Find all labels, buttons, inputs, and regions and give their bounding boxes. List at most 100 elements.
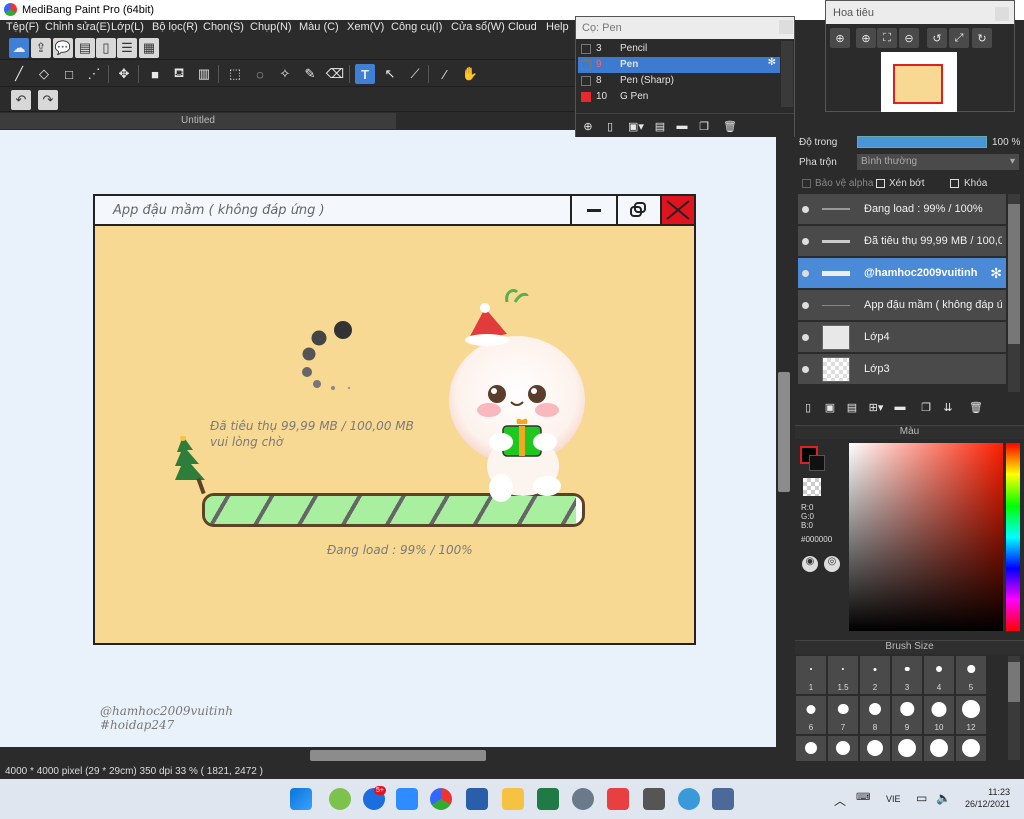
menu-capture[interactable]: Chụp(N) [250, 21, 292, 33]
visibility-eye-icon[interactable] [802, 270, 809, 277]
brush-size-option[interactable] [892, 736, 922, 761]
menu-view[interactable]: Xem(V) [347, 21, 384, 33]
saturation-value-picker[interactable] [849, 443, 1003, 631]
operation-icon[interactable]: ↖ [380, 64, 400, 84]
select-pen-icon[interactable]: ✎ [300, 64, 320, 84]
medibang-taskbar-icon[interactable] [430, 788, 452, 810]
layer-row[interactable]: Lớp3 [798, 354, 1006, 385]
brush-panel-close-icon[interactable] [779, 20, 793, 34]
calculator-icon[interactable] [643, 788, 665, 810]
brush-item-selected[interactable]: 9 Pen ✻ [578, 57, 780, 73]
dot-pen-icon[interactable]: ⋰ [84, 64, 104, 84]
folder-icon[interactable]: ▬ [672, 116, 692, 136]
duplicate-layer-icon[interactable]: ❐ [916, 397, 936, 417]
hue-slider[interactable] [1006, 443, 1020, 631]
eyedropper-icon[interactable]: ⁄ [435, 64, 455, 84]
delete-layer-icon[interactable]: 🗑 [966, 397, 986, 417]
settings-icon[interactable] [572, 788, 594, 810]
comment-icon[interactable]: ▤ [75, 38, 95, 58]
brush-item[interactable]: 10 G Pen [578, 89, 780, 105]
language-indicator[interactable]: VIE [886, 794, 901, 804]
gear-icon[interactable]: ✻ [990, 265, 1002, 282]
page-icon[interactable]: ▯ [96, 38, 116, 58]
palette-icon[interactable]: ◉ [802, 556, 818, 572]
secondary-color-swatch[interactable] [809, 455, 825, 471]
network-icon[interactable]: ▭ [916, 791, 927, 805]
brush-size-option[interactable]: 9 [892, 696, 922, 734]
brush-size-option[interactable] [828, 736, 858, 761]
redo-icon[interactable]: ↷ [38, 90, 58, 110]
brush-size-scrollbar[interactable] [1008, 656, 1020, 760]
brush-icon[interactable]: ╱ [9, 64, 29, 84]
brush-size-option[interactable]: 4 [924, 656, 954, 694]
visibility-eye-icon[interactable] [802, 334, 809, 341]
chevron-up-icon[interactable]: ︿ [834, 792, 846, 809]
excel-icon[interactable] [537, 788, 559, 810]
remote-desktop-icon[interactable] [712, 788, 734, 810]
navigator-close-icon[interactable] [995, 7, 1009, 21]
brush-size-option[interactable]: 6 [796, 696, 826, 734]
menu-cloud[interactable]: Cloud [508, 21, 537, 33]
menu-help[interactable]: Help [546, 21, 569, 33]
select-eraser-icon[interactable]: ⌫ [325, 64, 345, 84]
brush-size-option[interactable] [956, 736, 986, 761]
bucket-icon[interactable]: ⛾ [169, 64, 189, 84]
canvas-horizontal-scrollbar[interactable] [0, 747, 792, 763]
gear-icon[interactable]: ✻ [768, 57, 776, 68]
add-layer-dropdown-icon[interactable]: ⊞▾ [864, 397, 888, 417]
palette-settings-icon[interactable]: ◎ [824, 556, 840, 572]
brush-size-option[interactable]: 12 [956, 696, 986, 734]
layer-list-scrollbar[interactable] [1008, 194, 1020, 392]
clock[interactable]: 11:23 26/12/2021 [962, 786, 1010, 810]
layer-row[interactable]: Lớp4 [798, 322, 1006, 353]
file-explorer-icon[interactable] [502, 788, 524, 810]
blend-mode-select[interactable]: Bình thường ▾ [857, 154, 1019, 170]
menu-tools[interactable]: Công cụ(I) [391, 21, 442, 33]
new-halftone-layer-icon[interactable]: ▤ [842, 397, 862, 417]
rect-select-icon[interactable]: ⬚ [225, 64, 245, 84]
properties-icon[interactable]: ▤ [650, 116, 670, 136]
new-color-layer-icon[interactable]: ▣ [820, 397, 840, 417]
navigator-thumbnail[interactable] [881, 52, 957, 112]
menu-edit[interactable]: Chỉnh sửa(E) [45, 21, 110, 33]
brush-size-option[interactable] [924, 736, 954, 761]
undo-icon[interactable]: ↶ [11, 90, 31, 110]
cloud-icon[interactable]: ☁ [9, 38, 29, 58]
magic-wand-icon[interactable]: ✧ [275, 64, 295, 84]
windows-start-icon[interactable] [290, 788, 312, 810]
visibility-eye-icon[interactable] [802, 366, 809, 373]
tab-untitled[interactable]: Untitled [0, 113, 396, 129]
new-layer-icon[interactable]: ▯ [798, 397, 818, 417]
menu-color[interactable]: Màu (C) [299, 21, 339, 33]
fill-rect-icon[interactable]: ■ [145, 64, 165, 84]
brush-size-option[interactable]: 1 [796, 656, 826, 694]
brush-size-option[interactable]: 8 [860, 696, 890, 734]
keyboard-icon[interactable]: ⌨ [856, 792, 870, 803]
layer-row[interactable]: App đậu mầm ( không đáp ứng [798, 290, 1006, 321]
brush-item[interactable]: 3 Pencil [578, 41, 780, 57]
word-icon[interactable] [466, 788, 488, 810]
canvas-vertical-scrollbar[interactable] [776, 130, 792, 747]
brush-list-scrollbar[interactable] [781, 41, 793, 107]
gradient-icon[interactable]: ▥ [194, 64, 214, 84]
zoom-in-icon[interactable]: ⊕ [830, 28, 850, 48]
fit-icon[interactable]: ⛶ [877, 28, 897, 48]
trash-icon[interactable]: 🗑 [720, 116, 740, 136]
menu-layer[interactable]: Lớp(L) [111, 21, 144, 33]
layer-row[interactable]: Đã tiêu thụ 99,99 MB / 100,00 [798, 226, 1006, 257]
new-page-icon[interactable]: ▯ [600, 116, 620, 136]
visibility-eye-icon[interactable] [802, 302, 809, 309]
zoom-in-2-icon[interactable]: ⊕ [856, 28, 876, 48]
brush-size-option[interactable]: 5 [956, 656, 986, 694]
lock-checkbox[interactable] [950, 179, 959, 188]
canvas-area[interactable]: App đậu mầm ( không đáp ứng ) Đã tiêu th… [0, 130, 776, 747]
merge-layer-icon[interactable]: ⇊ [938, 397, 958, 417]
lasso-icon[interactable]: ◌ [250, 64, 270, 84]
divide-icon[interactable]: ⟋ [405, 64, 425, 84]
text-tool-icon[interactable]: T [355, 64, 375, 84]
brush-item[interactable]: 8 Pen (Sharp) [578, 73, 780, 89]
layer-row-selected[interactable]: @hamhoc2009vuitinh ✻ [798, 258, 1006, 289]
visibility-eye-icon[interactable] [802, 238, 809, 245]
brush-size-option[interactable]: 3 [892, 656, 922, 694]
menu-select[interactable]: Chọn(S) [203, 21, 244, 33]
